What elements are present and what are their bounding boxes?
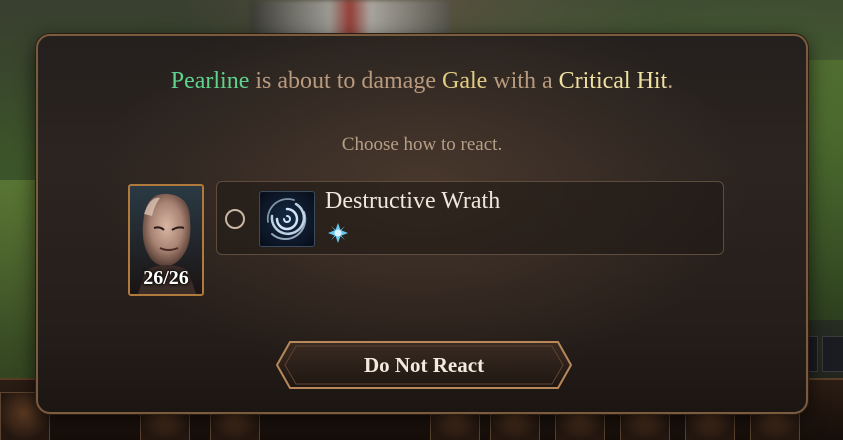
- reaction-radio-button[interactable]: [225, 209, 245, 229]
- target-name: Gale: [441, 68, 488, 94]
- portrait-hp-value: 26/26: [143, 267, 189, 289]
- game-scene: Pearline is about to damage Gale with a …: [0, 0, 843, 440]
- do-not-react-label: Do Not React: [363, 352, 485, 377]
- reaction-option-destructive-wrath[interactable]: Destructive Wrath: [216, 181, 724, 255]
- background-foliage-right: [807, 60, 843, 320]
- announcement-period: .: [667, 68, 674, 94]
- background-foliage-left: [0, 180, 40, 380]
- instruction-text: Choose how to react.: [341, 134, 503, 155]
- announcement-text-2: with a: [493, 68, 553, 94]
- side-hotbar-slot[interactable]: [822, 336, 843, 372]
- reaction-dialog: Pearline is about to damage Gale with a …: [36, 34, 808, 414]
- hit-type: Critical Hit: [558, 68, 668, 94]
- attacker-name: Pearline: [170, 68, 250, 94]
- announcement-text-1: is about to damage: [255, 68, 436, 94]
- character-portrait[interactable]: 26/26: [128, 184, 204, 296]
- spiral-vortex-icon: [259, 191, 315, 247]
- do-not-react-button[interactable]: Do Not React: [276, 341, 572, 389]
- reaction-announcement: Pearline is about to damage Gale with a …: [38, 68, 806, 95]
- reaction-name: Destructive Wrath: [325, 188, 501, 214]
- channel-divinity-starburst-icon: [328, 223, 348, 243]
